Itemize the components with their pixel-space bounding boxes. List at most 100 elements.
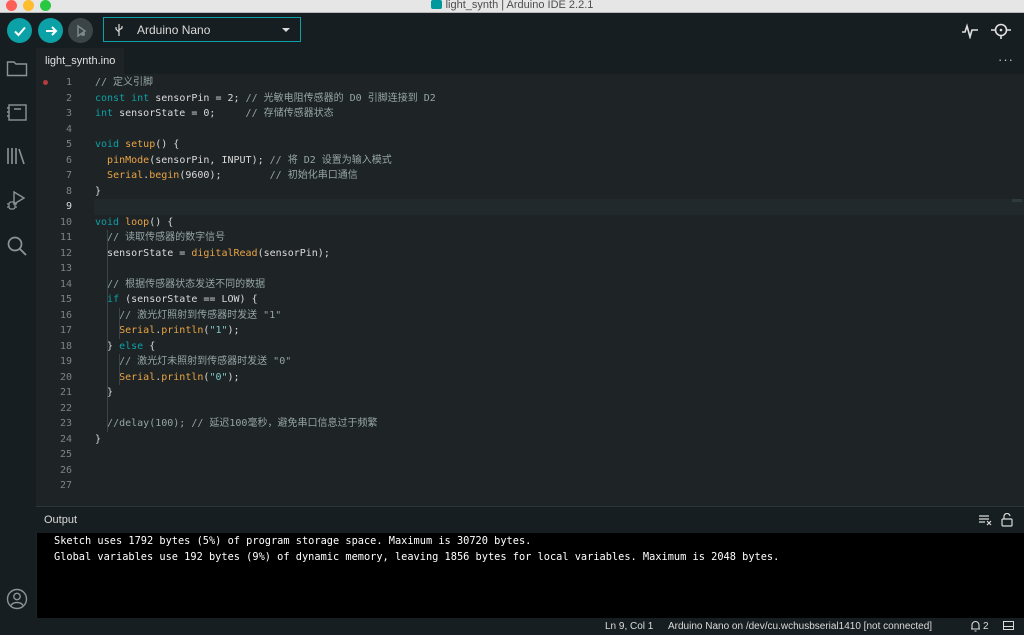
tab-light-synth[interactable]: light_synth.ino [36, 48, 125, 74]
code-line[interactable]: // 定义引脚 [95, 75, 153, 91]
output-line: Sketch uses 1792 bytes (5%) of program s… [54, 535, 532, 547]
arduino-app-icon [430, 0, 442, 9]
code-line[interactable]: sensorState = digitalRead(sensorPin); [95, 246, 330, 262]
debug-sidebar-button[interactable] [5, 189, 29, 213]
board-name: Arduino Nano [137, 22, 211, 37]
boards-manager-button[interactable] [5, 100, 29, 124]
more-actions-button[interactable]: ··· [998, 52, 1014, 67]
line-number[interactable]: 26 [32, 463, 72, 479]
code-line[interactable]: Serial.println("1"); [95, 323, 239, 339]
code-line[interactable]: } [95, 385, 113, 401]
code-line[interactable]: if (sensorState == LOW) { [95, 292, 258, 308]
line-number[interactable]: 1 [32, 75, 72, 91]
upload-button[interactable] [38, 18, 63, 43]
line-number[interactable]: 4 [32, 122, 72, 138]
library-manager-button[interactable] [5, 144, 29, 168]
code-line[interactable]: void loop() { [95, 215, 173, 231]
line-number[interactable]: 3 [32, 106, 72, 122]
line-number[interactable]: 2 [32, 91, 72, 107]
code-line[interactable]: Serial.begin(9600); // 初始化串口通信 [95, 168, 358, 184]
debug-icon [76, 24, 86, 37]
serial-plotter-button[interactable] [959, 21, 981, 41]
line-number[interactable]: 16 [32, 308, 72, 324]
code-line[interactable]: } else { [95, 339, 155, 355]
active-line-highlight [94, 199, 1024, 215]
output-label: Output [44, 514, 78, 526]
line-number[interactable]: 22 [32, 401, 72, 417]
line-number[interactable]: 15 [32, 292, 72, 308]
line-number[interactable]: 17 [32, 323, 72, 339]
window-title: light_synth | Arduino IDE 2.2.1 [0, 0, 1024, 12]
code-line[interactable]: Serial.println("0"); [95, 370, 239, 386]
status-bar: Ln 9, Col 1 Arduino Nano on /dev/cu.wchu… [0, 618, 1024, 635]
usb-icon [114, 23, 128, 37]
window-title-text: light_synth | Arduino IDE 2.2.1 [445, 0, 594, 11]
code-line[interactable]: // 激光灯照射到传感器时发送 "1" [95, 308, 281, 324]
line-number[interactable]: 25 [32, 447, 72, 463]
indent-guide [106, 230, 108, 432]
indent-guide [118, 354, 120, 385]
line-number[interactable]: 20 [32, 370, 72, 386]
cursor-position[interactable]: Ln 9, Col 1 [605, 621, 653, 632]
line-number[interactable]: 5 [32, 137, 72, 153]
verify-button[interactable] [7, 18, 32, 43]
line-number[interactable]: 18 [32, 339, 72, 355]
clear-output-button[interactable] [978, 513, 992, 527]
code-line[interactable]: int sensorState = 0; // 存储传感器状态 [95, 106, 334, 122]
notifications-button[interactable] [969, 620, 981, 632]
line-number[interactable]: 21 [32, 385, 72, 401]
scroll-lock-button[interactable] [1000, 513, 1014, 527]
line-number[interactable]: 13 [32, 261, 72, 277]
breakpoint-marker[interactable] [43, 80, 48, 85]
code-line[interactable]: void setup() { [95, 137, 179, 153]
scrollbar-cursor-marker[interactable] [1012, 199, 1022, 202]
folder-icon [6, 61, 28, 77]
scroll-lock-icon [1001, 513, 1013, 527]
output-console[interactable]: Sketch uses 1792 bytes (5%) of program s… [37, 533, 1024, 618]
code-line[interactable]: // 读取传感器的数字信号 [95, 230, 225, 246]
code-line[interactable]: //delay(100); // 延迟100毫秒，避免串口信息过于频繁 [95, 416, 377, 432]
line-number[interactable]: 19 [32, 354, 72, 370]
code-area[interactable]: // 定义引脚 const int sensorPin = 2; // 光敏电阻传… [94, 74, 1024, 505]
code-line[interactable]: } [95, 184, 101, 200]
line-number[interactable]: 7 [32, 168, 72, 184]
line-number[interactable]: 27 [32, 478, 72, 494]
line-number[interactable]: 14 [32, 277, 72, 293]
notifications-count: 2 [983, 621, 989, 632]
line-number[interactable]: 8 [32, 184, 72, 200]
toolbar: Arduino Nano [0, 13, 1024, 48]
clear-output-icon [978, 514, 991, 525]
debug-sidebar-icon [7, 190, 26, 210]
line-number[interactable]: 11 [32, 230, 72, 246]
tab-label: light_synth.ino [45, 55, 116, 67]
bell-icon [970, 620, 980, 632]
board-manager-icon [7, 104, 27, 121]
board-selector[interactable]: Arduino Nano [103, 17, 301, 42]
sketchbook-button[interactable] [5, 56, 29, 80]
checkmark-icon [13, 26, 26, 36]
editor-tabbar: light_synth.ino ··· [36, 48, 1024, 74]
code-line[interactable]: // 激光灯未照射到传感器时发送 "0" [95, 354, 291, 370]
account-icon [6, 588, 28, 610]
account-button[interactable] [5, 587, 29, 611]
line-number[interactable]: 9 [32, 199, 72, 215]
line-number[interactable]: 10 [32, 215, 72, 231]
code-line[interactable]: const int sensorPin = 2; // 光敏电阻传感器的 D0 … [95, 91, 436, 107]
toggle-panel-icon[interactable] [1003, 621, 1014, 630]
code-line[interactable]: // 根据传感器状态发送不同的数据 [95, 277, 265, 293]
activity-sidebar [0, 48, 36, 619]
line-number[interactable]: 23 [32, 416, 72, 432]
search-button[interactable] [5, 234, 29, 258]
line-number[interactable]: 24 [32, 432, 72, 448]
debug-button[interactable] [68, 18, 93, 43]
code-line[interactable]: pinMode(sensorPin, INPUT); // 将 D2 设置为输入… [95, 153, 392, 169]
line-number[interactable]: 12 [32, 246, 72, 262]
code-editor[interactable]: 1 2 3 4 5 6 7 8 9 10 11 12 13 14 15 16 17 18 19 20 21 22 23 24 2… [36, 74, 1024, 505]
code-line[interactable]: } [95, 432, 101, 448]
board-port-status[interactable]: Arduino Nano on /dev/cu.wchusbserial1410… [668, 621, 932, 632]
serial-monitor-button[interactable] [990, 21, 1012, 41]
search-icon [7, 236, 27, 256]
output-panel-header: Output [36, 506, 1024, 533]
line-number[interactable]: 6 [32, 153, 72, 169]
window-titlebar: light_synth | Arduino IDE 2.2.1 [0, 0, 1024, 13]
